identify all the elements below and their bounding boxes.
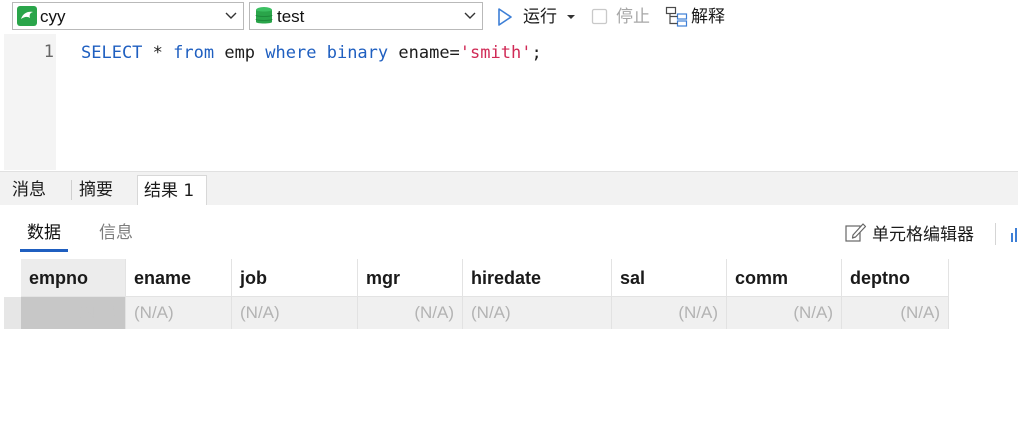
column-header[interactable]: mgr xyxy=(358,259,463,297)
column-header[interactable]: sal xyxy=(612,259,727,297)
toolbar-divider xyxy=(995,223,996,245)
keyword-from: from xyxy=(173,43,215,63)
explain-button[interactable]: 解释 xyxy=(665,4,725,30)
table-cell[interactable]: (N/A) xyxy=(21,297,126,329)
result-grid: empno ename job mgr hiredate sal comm de… xyxy=(21,259,949,329)
run-button[interactable]: 运行 xyxy=(496,4,557,30)
explain-tree-icon xyxy=(665,6,688,27)
run-options-dropdown[interactable] xyxy=(566,4,576,30)
edit-pencil-icon xyxy=(845,223,867,242)
connection-select[interactable]: cyy xyxy=(12,2,244,30)
column-header[interactable]: hiredate xyxy=(463,259,612,297)
database-select[interactable]: test xyxy=(249,2,483,30)
database-value: test xyxy=(277,7,305,26)
line-number: 1 xyxy=(43,42,54,62)
row-selector[interactable] xyxy=(4,297,21,329)
tab-divider xyxy=(71,180,72,200)
chart-icon[interactable] xyxy=(1010,225,1018,243)
keyword-select: SELECT xyxy=(81,43,143,63)
table-cell[interactable]: (N/A) xyxy=(727,297,842,329)
column-header[interactable]: job xyxy=(232,259,358,297)
sql-code-line[interactable]: SELECT * from emp where binary ename='sm… xyxy=(81,42,542,64)
run-label: 运行 xyxy=(523,7,557,27)
cell-editor-button[interactable]: 单元格编辑器 xyxy=(844,218,974,246)
column-header[interactable]: comm xyxy=(727,259,842,297)
table-cell[interactable]: (N/A) xyxy=(126,297,232,329)
cell-editor-label: 单元格编辑器 xyxy=(872,224,974,245)
subtab-data[interactable]: 数据 xyxy=(27,221,61,245)
dolphin-connection-icon xyxy=(17,6,37,26)
connection-value: cyy xyxy=(40,7,66,26)
result-tabs-bar: 消息 摘要 结果 1 xyxy=(0,171,1018,206)
result-subtabs-bar: 数据 信息 单元格编辑器 xyxy=(0,205,1018,259)
subtab-info[interactable]: 信息 xyxy=(99,221,133,245)
token-column: ename= xyxy=(388,43,460,63)
chevron-down-icon xyxy=(464,12,476,19)
database-icon xyxy=(255,7,273,24)
chevron-down-icon xyxy=(225,12,237,19)
grid-header-row: empno ename job mgr hiredate sal comm de… xyxy=(21,259,949,297)
toolbar: cyy test 运行 停止 解释 xyxy=(0,0,1018,34)
tab-messages[interactable]: 消息 xyxy=(6,175,52,206)
table-cell[interactable]: (N/A) xyxy=(612,297,727,329)
token-star: * xyxy=(142,43,174,63)
table-cell[interactable]: (N/A) xyxy=(358,297,463,329)
active-subtab-indicator xyxy=(20,249,68,252)
stop-icon xyxy=(591,8,608,25)
token-table: emp xyxy=(214,43,266,63)
sql-editor[interactable]: 1 SELECT * from emp where binary ename='… xyxy=(0,34,1018,170)
tab-summary[interactable]: 摘要 xyxy=(73,175,119,206)
table-cell[interactable]: (N/A) xyxy=(463,297,612,329)
keyword-binary: binary xyxy=(326,43,389,63)
caret-down-icon xyxy=(567,15,575,19)
string-literal: 'smith' xyxy=(459,43,532,63)
stop-button[interactable]: 停止 xyxy=(591,4,650,30)
column-header[interactable]: empno xyxy=(21,259,126,297)
play-icon xyxy=(498,8,512,26)
table-cell[interactable]: (N/A) xyxy=(842,297,949,329)
column-header[interactable]: ename xyxy=(126,259,232,297)
keyword-where: where xyxy=(265,43,317,63)
stop-label: 停止 xyxy=(616,7,650,27)
explain-label: 解释 xyxy=(691,7,725,27)
token-semicolon: ; xyxy=(531,43,542,63)
table-cell[interactable]: (N/A) xyxy=(232,297,358,329)
tab-result-1[interactable]: 结果 1 xyxy=(137,175,207,206)
table-row[interactable]: (N/A) (N/A) (N/A) (N/A) (N/A) (N/A) (N/A… xyxy=(21,297,949,329)
column-header[interactable]: deptno xyxy=(842,259,949,297)
